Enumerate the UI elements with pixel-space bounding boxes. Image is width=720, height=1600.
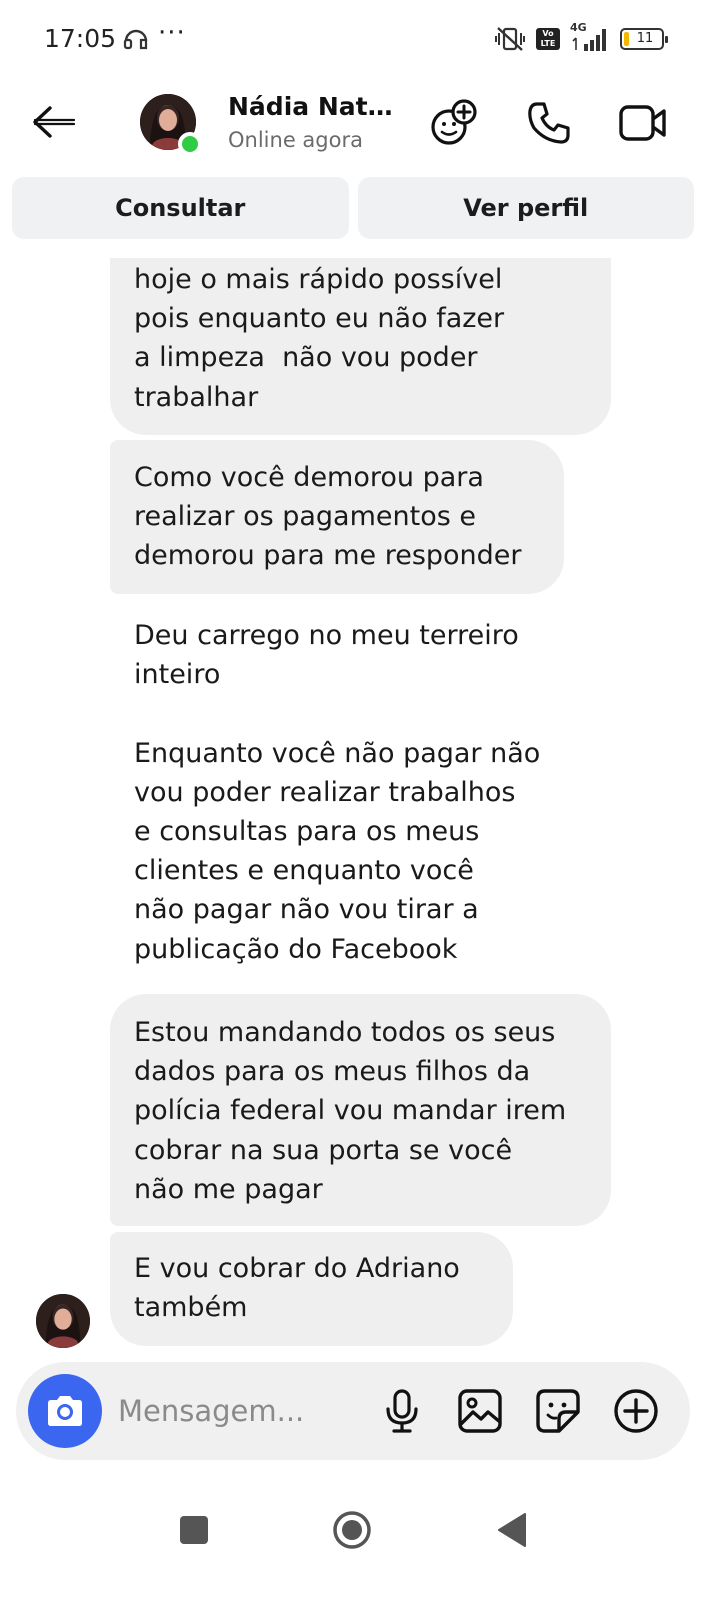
camera-icon <box>48 1396 82 1426</box>
message-line: inteiro <box>134 659 221 691</box>
message-line: também <box>134 1292 248 1324</box>
message-bubble[interactable]: Como você demorou para realizar os pagam… <box>110 440 564 594</box>
microphone-icon <box>386 1389 418 1433</box>
back-nav-button[interactable] <box>482 1500 542 1560</box>
message-bubble[interactable]: hoje o mais rápido possível pois enquant… <box>110 258 611 435</box>
add-people-icon <box>431 99 477 145</box>
message-line: polícia federal vou mandar irem <box>134 1095 567 1127</box>
plus-circle-icon <box>614 1389 658 1433</box>
message-text[interactable]: Deu carrego no meu terreiro inteiro Enqu… <box>134 616 540 969</box>
gallery-button[interactable] <box>456 1387 504 1435</box>
status-time: 17:05 <box>44 24 117 53</box>
volte-icon: Vo LTE <box>536 25 560 53</box>
recents-button[interactable] <box>164 1500 224 1560</box>
battery-icon: 11 <box>620 28 668 50</box>
vibrate-off-icon <box>494 25 526 53</box>
message-line: clientes e enquanto você <box>134 855 474 887</box>
phone-icon <box>528 102 570 144</box>
message-line: não me pagar <box>134 1173 323 1205</box>
message-line: a limpeza não vou poder <box>134 342 478 374</box>
contact-status: Online agora <box>228 128 363 152</box>
status-indicators: Vo LTE 4G 11 <box>494 21 668 54</box>
message-line: não pagar não vou tirar a <box>134 894 479 926</box>
message-line: realizar os pagamentos e <box>134 501 476 533</box>
square-icon <box>180 1516 208 1544</box>
circle-icon <box>333 1511 371 1549</box>
message-line: dados para os meus filhos da <box>134 1056 531 1088</box>
image-icon <box>458 1389 502 1433</box>
video-camera-icon <box>619 105 666 141</box>
message-input[interactable] <box>118 1386 348 1436</box>
sticker-button[interactable] <box>534 1387 582 1435</box>
back-button[interactable] <box>26 98 82 146</box>
message-line: cobrar na sua porta se você <box>134 1134 513 1166</box>
message-line: hoje o mais rápido possível <box>134 264 503 295</box>
online-indicator <box>178 132 202 156</box>
message-line: e consultas para os meus <box>134 816 480 847</box>
call-button[interactable] <box>522 96 576 150</box>
message-line: Enquanto você não pagar não <box>134 737 541 769</box>
profile-actions: Consultar Ver perfil <box>12 177 694 239</box>
view-profile-button[interactable]: Ver perfil <box>357 177 694 239</box>
sender-avatar[interactable] <box>36 1294 90 1348</box>
arrow-left-icon <box>33 106 76 138</box>
message-line: E vou cobrar do Adriano <box>134 1253 460 1284</box>
contact-name[interactable]: Nádia Nat… <box>228 92 393 121</box>
message-line: Deu carrego no meu terreiro <box>134 620 519 651</box>
sticker-icon <box>536 1389 580 1433</box>
more-notifications-icon: ··· <box>158 18 186 48</box>
signal-icon: 4G <box>570 21 610 53</box>
message-line: pois enquanto eu não fazer <box>134 303 505 335</box>
triangle-back-icon <box>498 1513 526 1547</box>
voice-message-button[interactable] <box>378 1387 426 1435</box>
message-line <box>134 694 540 733</box>
more-options-button[interactable] <box>612 1387 660 1435</box>
message-line: demorou para me responder <box>134 540 522 572</box>
message-list[interactable]: hoje o mais rápido possível pois enquant… <box>0 258 720 1350</box>
camera-button[interactable] <box>28 1374 102 1448</box>
consult-button[interactable]: Consultar <box>12 177 349 239</box>
message-composer <box>16 1362 690 1460</box>
system-nav-bar <box>0 1480 720 1600</box>
contact-avatar[interactable] <box>140 94 202 156</box>
message-line: vou poder realizar trabalhos <box>134 776 516 808</box>
message-bubble[interactable]: Estou mandando todos os seus dados para … <box>110 994 611 1226</box>
video-call-button[interactable] <box>616 96 670 150</box>
message-line: Estou mandando todos os seus <box>134 1017 556 1048</box>
message-line: trabalhar <box>134 381 259 413</box>
status-bar: 17:05 ··· Vo LTE 4G 11 <box>0 0 720 78</box>
add-people-button[interactable] <box>428 96 482 150</box>
home-button[interactable] <box>322 1500 382 1560</box>
message-line: Como você demorou para <box>134 462 484 493</box>
chat-header: Nádia Nat… Online agora <box>0 78 720 168</box>
message-line: publicação do Facebook <box>134 933 458 965</box>
message-bubble[interactable]: E vou cobrar do Adriano também <box>110 1232 513 1346</box>
headset-icon <box>122 26 150 52</box>
